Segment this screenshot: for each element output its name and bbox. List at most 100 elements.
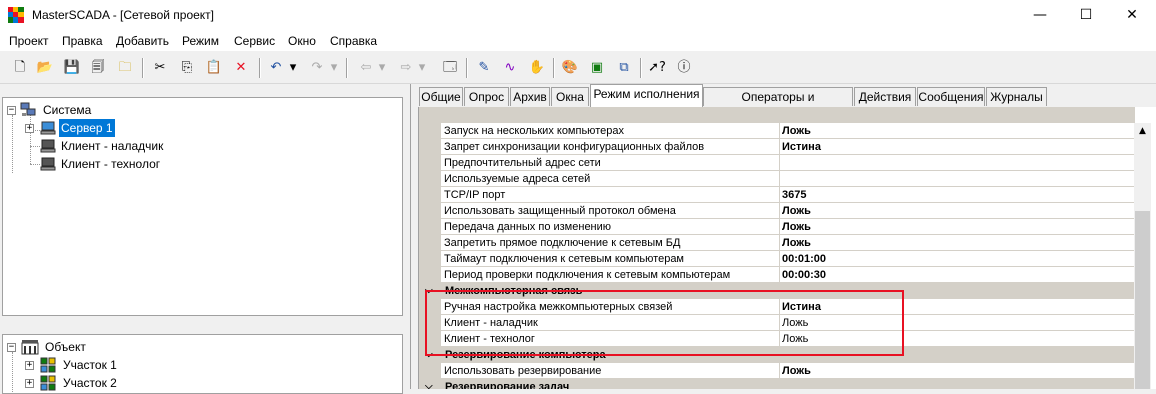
property-name: Передача данных по изменению — [441, 219, 780, 235]
export-icon[interactable]: 🗀 — [115, 58, 135, 78]
category-row[interactable]: ⌵ Межкомпьютерная связь — [419, 283, 1135, 299]
paste-icon[interactable]: 📋 — [204, 58, 224, 78]
menu-edit[interactable]: Правка — [62, 34, 103, 48]
save-all-icon[interactable]: 🗐 — [88, 58, 108, 78]
expand-icon[interactable]: + — [25, 379, 34, 388]
row-gutter — [419, 331, 441, 347]
property-value[interactable]: Ложь — [779, 315, 1138, 331]
property-row[interactable]: Ручная настройка межкомпьютерных связей И… — [419, 299, 1138, 315]
property-row[interactable]: Использовать резервирование Ложь — [419, 363, 1138, 379]
minimize-button[interactable]: — — [1017, 0, 1063, 31]
property-row[interactable]: Использовать защищенный протокол обмена Л… — [419, 203, 1138, 219]
back-dropdown-icon[interactable]: ▾ — [376, 58, 388, 78]
toolbar-separator — [259, 58, 261, 78]
help-pointer-icon[interactable]: ➚? — [647, 58, 667, 78]
menu-window[interactable]: Окно — [288, 34, 316, 48]
palette-icon[interactable]: 🎨 — [560, 58, 580, 78]
tree-label: Участок 1 — [63, 358, 117, 372]
new-file-icon[interactable]: 🗋 — [10, 58, 30, 78]
back-icon[interactable]: ⇦ — [356, 58, 376, 78]
run-icon[interactable]: ⧉ — [614, 58, 634, 78]
property-value[interactable]: Ложь — [779, 235, 1138, 251]
tab-messages[interactable]: Сообщения — [917, 87, 985, 106]
property-value[interactable]: Ложь — [779, 123, 1138, 139]
collapse-chevron-icon[interactable]: ⌵ — [425, 379, 433, 389]
expand-icon[interactable]: + — [25, 124, 34, 133]
property-row[interactable]: Используемые адреса сетей — [419, 171, 1138, 187]
menu-add[interactable]: Добавить — [116, 34, 169, 48]
copy-icon[interactable]: ⎘ — [177, 58, 197, 78]
property-value[interactable]: 3675 — [779, 187, 1138, 203]
hand-icon[interactable]: ✋ — [527, 58, 547, 78]
property-row[interactable]: Передача данных по изменению Ложь — [419, 219, 1138, 235]
property-value[interactable]: Истина — [779, 139, 1138, 155]
property-row[interactable]: Период проверки подключения к сетевым ко… — [419, 267, 1138, 283]
property-row[interactable]: Предпочтительный адрес сети — [419, 155, 1138, 171]
delete-icon[interactable]: ✕ — [231, 58, 251, 78]
property-value[interactable] — [779, 155, 1138, 171]
undo-icon[interactable]: ↶ — [266, 58, 286, 78]
forward-dropdown-icon[interactable]: ▾ — [416, 58, 428, 78]
tab-operators-security[interactable]: Операторы и безопасность — [703, 87, 853, 123]
tab-windows[interactable]: Окна — [551, 87, 589, 106]
vertical-scrollbar[interactable]: ▲ — [1134, 123, 1151, 389]
property-value[interactable]: Ложь — [779, 331, 1138, 347]
mode-icon[interactable]: ▣ — [587, 58, 607, 78]
redo-dropdown-icon[interactable]: ▾ — [328, 58, 340, 78]
toolbar-separator — [466, 58, 468, 78]
tab-runtime-mode[interactable]: Режим исполнения — [590, 84, 703, 107]
undo-dropdown-icon[interactable]: ▾ — [287, 58, 299, 78]
menu-project[interactable]: Проект — [9, 34, 49, 48]
cut-icon[interactable]: ✂ — [150, 58, 170, 78]
collapse-icon[interactable]: − — [7, 343, 16, 352]
tree-label: Сервер 1 — [59, 119, 115, 137]
property-name: Таймаут подключения к сетевым компьютера… — [441, 251, 780, 267]
property-value[interactable]: 00:01:00 — [779, 251, 1138, 267]
property-value[interactable]: Ложь — [779, 219, 1138, 235]
property-value[interactable]: Истина — [779, 299, 1138, 315]
app-icon — [8, 7, 24, 23]
forward-icon[interactable]: ⇨ — [396, 58, 416, 78]
redo-icon[interactable]: ↷ — [307, 58, 327, 78]
scroll-up-icon[interactable]: ▲ — [1134, 123, 1151, 140]
expand-icon[interactable]: + — [25, 361, 34, 370]
collapse-chevron-icon[interactable]: ⌵ — [425, 283, 433, 299]
property-value[interactable]: Ложь — [779, 203, 1138, 219]
open-folder-icon[interactable]: 📂 — [35, 58, 55, 78]
property-row[interactable]: Запретить прямое подключение к сетевым Б… — [419, 235, 1138, 251]
tab-polling[interactable]: Опрос — [464, 87, 509, 106]
maximize-button[interactable]: ☐ — [1063, 0, 1109, 31]
window-icon[interactable]: 🗔 — [440, 58, 460, 78]
property-row[interactable]: Таймаут подключения к сетевым компьютера… — [419, 251, 1138, 267]
property-value[interactable]: Ложь — [779, 363, 1138, 379]
toolbar-separator — [346, 58, 348, 78]
property-row[interactable]: Клиент - технолог Ложь — [419, 331, 1138, 347]
collapse-chevron-icon[interactable]: ⌵ — [425, 347, 433, 363]
scroll-thumb[interactable] — [1135, 211, 1150, 389]
row-gutter — [419, 219, 441, 235]
tree-label: Объект — [45, 340, 86, 354]
signal-icon[interactable]: ∿ — [500, 58, 520, 78]
category-row[interactable]: ⌵ Резервирование задач — [419, 379, 1135, 389]
close-button[interactable]: ✕ — [1109, 0, 1155, 31]
property-row[interactable]: Запрет синхронизации конфигурационных фа… — [419, 139, 1138, 155]
category-row[interactable]: ⌵ Резервирование компьютера — [419, 347, 1135, 363]
collapse-icon[interactable]: − — [7, 106, 16, 115]
property-value[interactable]: 00:00:30 — [779, 267, 1138, 283]
menu-service[interactable]: Сервис — [234, 34, 275, 48]
tab-journals[interactable]: Журналы — [986, 87, 1047, 106]
property-value[interactable] — [779, 171, 1138, 187]
pen-icon[interactable]: ✎ — [474, 58, 494, 78]
menu-help[interactable]: Справка — [330, 34, 377, 48]
tab-actions[interactable]: Действия — [854, 87, 916, 106]
property-row[interactable]: Клиент - наладчик Ложь — [419, 315, 1138, 331]
property-name: Запрет синхронизации конфигурационных фа… — [441, 139, 780, 155]
save-icon[interactable]: 💾 — [62, 58, 82, 78]
row-gutter — [419, 299, 441, 315]
tab-general[interactable]: Общие — [419, 87, 463, 106]
menu-mode[interactable]: Режим — [182, 34, 219, 48]
property-row[interactable]: Запуск на нескольких компьютерах Ложь — [419, 123, 1138, 139]
tab-archive[interactable]: Архив — [510, 87, 550, 106]
property-row[interactable]: TCP/IP порт 3675 — [419, 187, 1138, 203]
info-icon[interactable]: ⓘ — [674, 58, 694, 78]
